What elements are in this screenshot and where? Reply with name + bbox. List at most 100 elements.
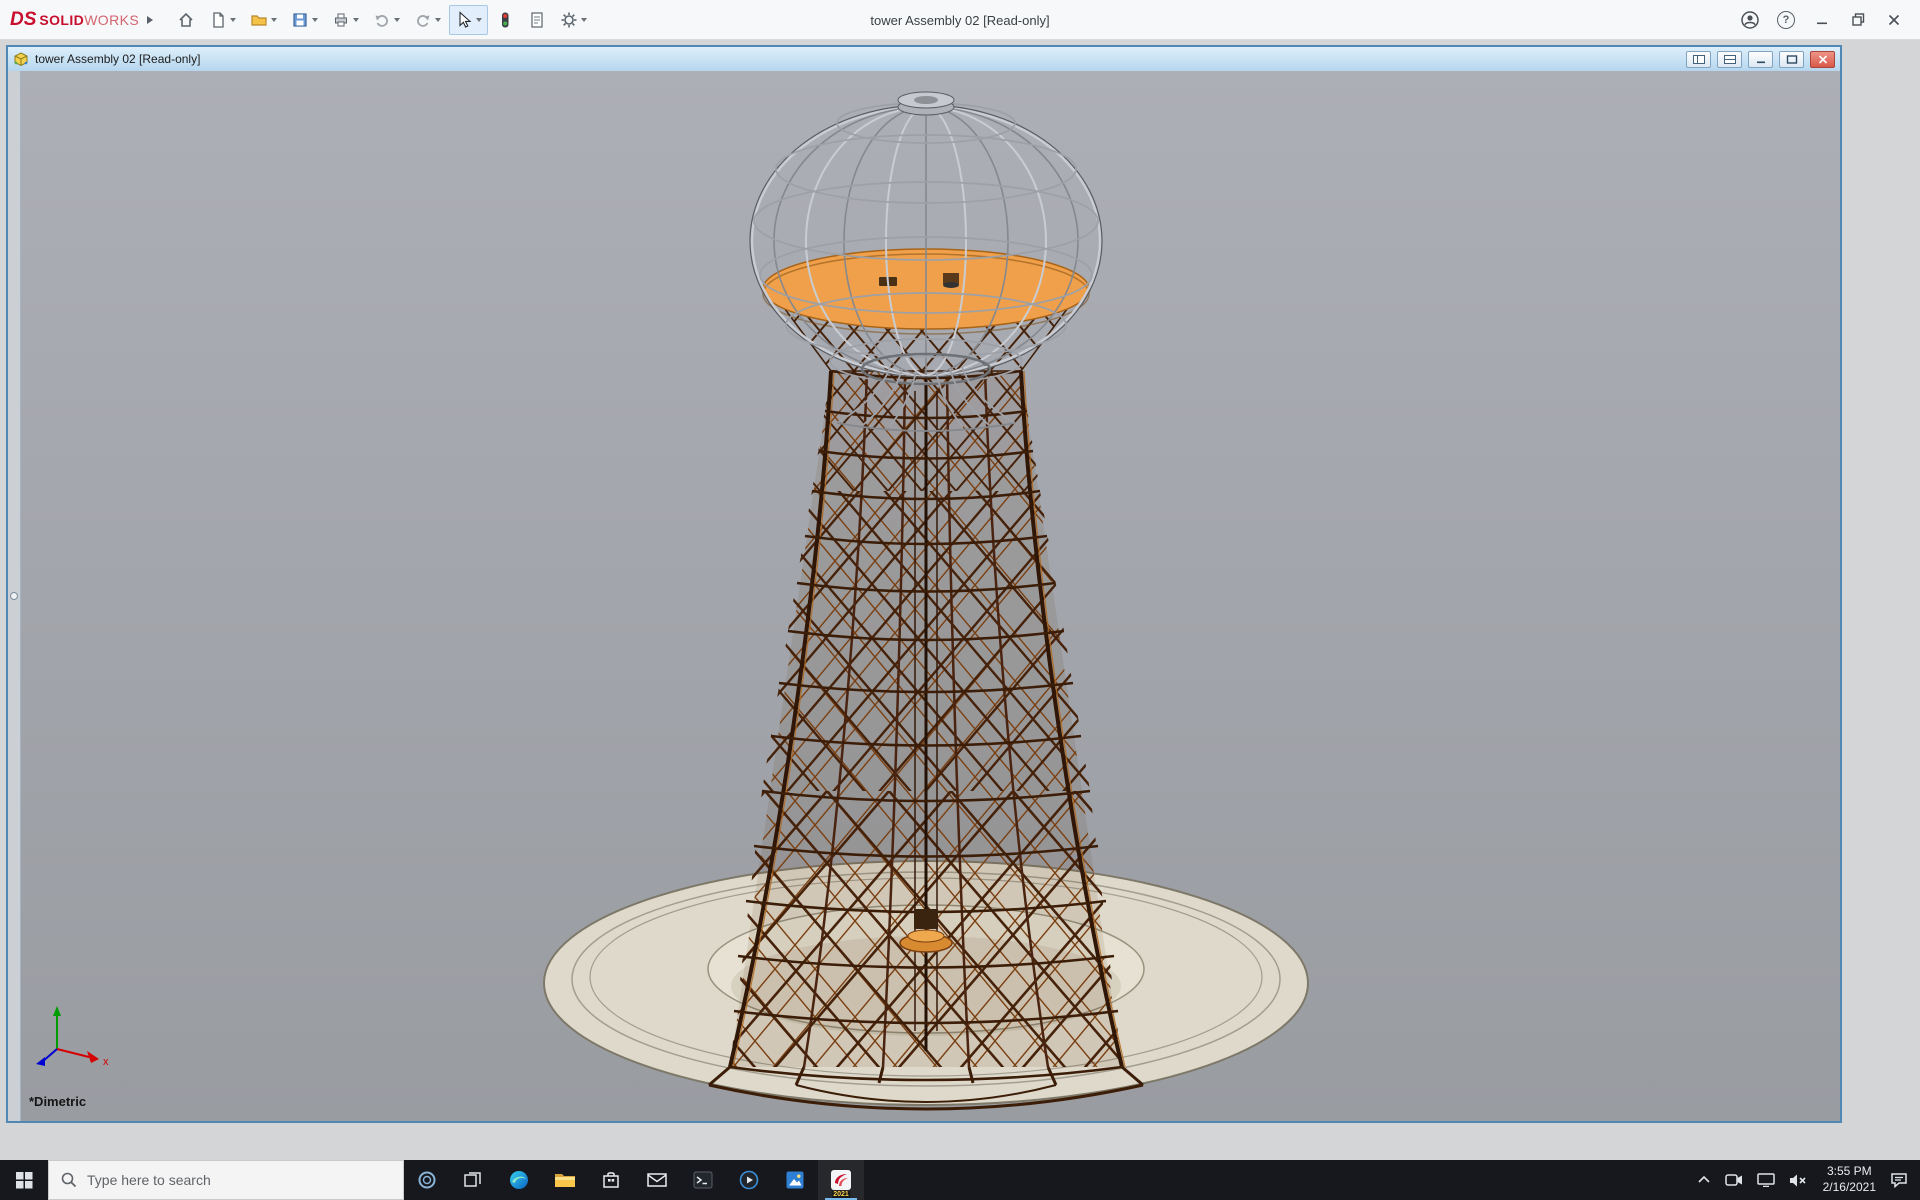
save-icon [291, 11, 309, 29]
action-center-button[interactable] [1890, 1172, 1908, 1188]
meet-now-camera-icon [1725, 1173, 1743, 1187]
taskbar-item-edge[interactable] [496, 1160, 542, 1200]
new-document-button[interactable] [203, 5, 242, 35]
rebuild-button[interactable] [490, 5, 520, 35]
taskbar-item-cortana[interactable] [404, 1160, 450, 1200]
open-button[interactable] [244, 5, 283, 35]
dropdown-caret-icon[interactable] [271, 18, 277, 22]
doc-close-button[interactable] [1810, 51, 1835, 68]
doc-window-pane-button-2[interactable] [1717, 51, 1742, 68]
network-button[interactable] [1757, 1173, 1775, 1187]
volume-button[interactable] [1789, 1173, 1809, 1188]
task-view-icon [464, 1171, 482, 1189]
photos-icon [785, 1170, 805, 1190]
print-button[interactable] [326, 5, 365, 35]
cortana-icon [417, 1170, 437, 1190]
meet-now-button[interactable] [1725, 1173, 1743, 1187]
account-icon [1740, 10, 1760, 30]
view-orientation-label: *Dimetric [29, 1094, 86, 1109]
pane-layout-icon [1724, 55, 1736, 64]
start-button[interactable] [0, 1160, 48, 1200]
open-folder-icon [250, 11, 268, 29]
microsoft-store-icon [601, 1170, 621, 1190]
select-cursor-icon [455, 11, 473, 29]
dropdown-caret-icon[interactable] [394, 18, 400, 22]
taskbar-item-command-prompt[interactable] [680, 1160, 726, 1200]
document-titlebar[interactable]: tower Assembly 02 [Read-only] [8, 47, 1840, 71]
save-button[interactable] [285, 5, 324, 35]
taskbar-item-store[interactable] [588, 1160, 634, 1200]
minimize-button[interactable] [1806, 5, 1838, 35]
triad-x-label: x [103, 1056, 109, 1068]
pane-layout-icon [1693, 55, 1705, 64]
undo-button[interactable] [367, 5, 406, 35]
taskbar-item-solidworks[interactable]: 2021 [818, 1160, 864, 1200]
dropdown-caret-icon[interactable] [353, 18, 359, 22]
solidworks-logo: DSSOLIDWORKS [10, 9, 139, 31]
network-icon [1757, 1173, 1775, 1187]
dropdown-caret-icon[interactable] [435, 18, 441, 22]
maximize-icon [1786, 55, 1798, 64]
taskbar-search-box[interactable] [48, 1160, 404, 1200]
restore-button[interactable] [1842, 5, 1874, 35]
taskbar-item-media-player[interactable] [726, 1160, 772, 1200]
taskbar-item-photos[interactable] [772, 1160, 818, 1200]
print-icon [332, 11, 350, 29]
3d-model-scene[interactable]: x [21, 71, 1840, 1121]
featuremanager-collapsed-strip[interactable] [8, 71, 21, 1121]
taskbar: 2021 3:55 PM 2/16/2021 [0, 1160, 1920, 1200]
solidworks-app-icon [830, 1169, 852, 1191]
close-icon [1888, 14, 1900, 26]
dropdown-caret-icon[interactable] [312, 18, 318, 22]
gear-icon [560, 11, 578, 29]
menu-expand-arrow-icon[interactable] [147, 16, 153, 24]
system-tray: 3:55 PM 2/16/2021 [1685, 1160, 1920, 1200]
clock-date: 2/16/2021 [1823, 1180, 1876, 1196]
taskbar-item-task-view[interactable] [450, 1160, 496, 1200]
taskbar-item-file-explorer[interactable] [542, 1160, 588, 1200]
taskbar-item-mail[interactable] [634, 1160, 680, 1200]
account-button[interactable] [1734, 5, 1766, 35]
app-window-controls: ? [1734, 5, 1910, 35]
close-icon [1817, 55, 1829, 64]
panel-expand-handle[interactable] [10, 592, 18, 600]
hidden-icons-button[interactable] [1697, 1175, 1711, 1185]
close-button[interactable] [1878, 5, 1910, 35]
media-player-icon [739, 1170, 759, 1190]
edge-browser-icon [508, 1169, 530, 1191]
doc-minimize-button[interactable] [1748, 51, 1773, 68]
file-properties-button[interactable] [522, 5, 552, 35]
doc-window-pane-button-1[interactable] [1686, 51, 1711, 68]
app-title: tower Assembly 02 [Read-only] [870, 0, 1049, 40]
windows-logo-icon [16, 1172, 33, 1189]
doc-maximize-button[interactable] [1779, 51, 1804, 68]
help-icon: ? [1777, 11, 1795, 29]
redo-button[interactable] [408, 5, 447, 35]
taskbar-clock[interactable]: 3:55 PM 2/16/2021 [1823, 1164, 1876, 1195]
redo-icon [414, 11, 432, 29]
new-document-icon [209, 11, 227, 29]
dropdown-caret-icon[interactable] [476, 18, 482, 22]
assembly-cube-icon [13, 52, 29, 67]
clock-time: 3:55 PM [1827, 1164, 1872, 1180]
select-button[interactable] [449, 5, 488, 35]
solidworks-version-badge: 2021 [832, 1191, 850, 1199]
volume-muted-icon [1789, 1173, 1809, 1188]
chevron-up-icon [1697, 1175, 1711, 1185]
home-button[interactable] [171, 5, 201, 35]
command-prompt-icon [693, 1171, 713, 1189]
dropdown-caret-icon[interactable] [581, 18, 587, 22]
orientation-triad: x [36, 1006, 109, 1068]
search-icon [61, 1172, 77, 1188]
minimize-icon [1755, 55, 1767, 64]
home-icon [177, 11, 195, 29]
options-button[interactable] [554, 5, 593, 35]
action-center-icon [1890, 1172, 1908, 1188]
graphics-viewport[interactable]: x *Dimetric [21, 71, 1840, 1121]
dropdown-caret-icon[interactable] [230, 18, 236, 22]
document-window: tower Assembly 02 [Read-only] [6, 45, 1842, 1123]
app-titlebar: DSSOLIDWORKS [0, 0, 1920, 40]
help-button[interactable]: ? [1770, 5, 1802, 35]
file-explorer-icon [554, 1171, 576, 1189]
search-input[interactable] [87, 1172, 391, 1188]
